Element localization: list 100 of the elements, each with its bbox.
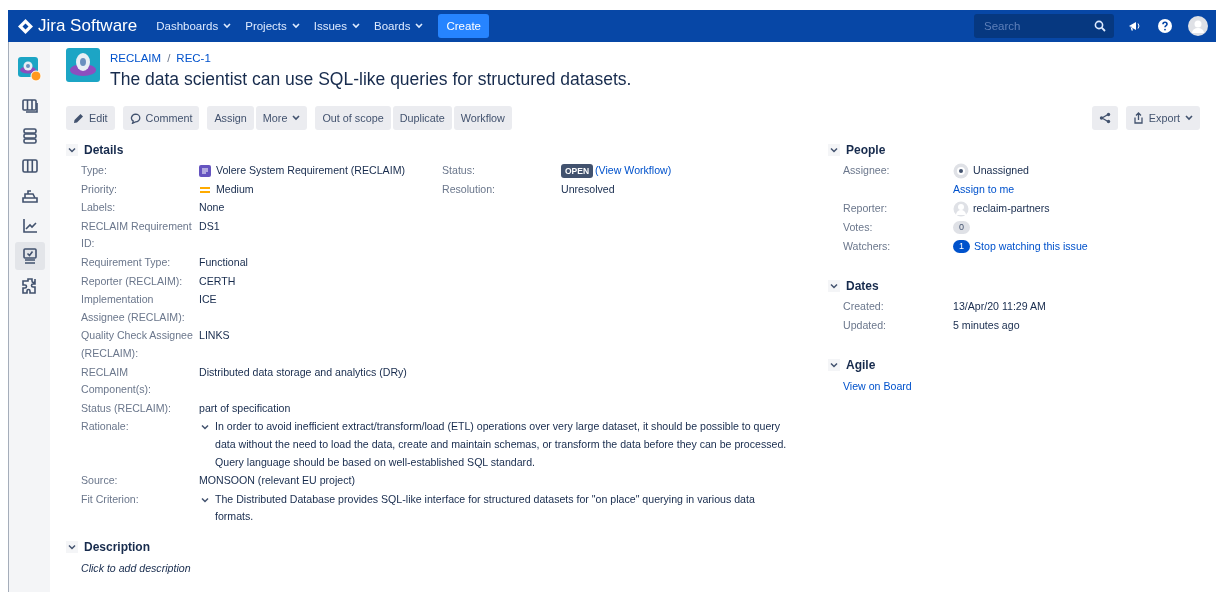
- speech-bubble-icon: [129, 112, 141, 124]
- caret-icon: [352, 23, 360, 29]
- caret-icon: [415, 23, 424, 29]
- help-icon[interactable]: [1158, 19, 1172, 33]
- assignee-name: Unassigned: [973, 163, 1029, 178]
- view-on-board-link[interactable]: View on Board: [828, 377, 1200, 395]
- diamond-logo-icon: [18, 18, 33, 34]
- chevron-icon[interactable]: [828, 280, 840, 292]
- pencil-icon: [73, 112, 84, 124]
- toolbar-button[interactable]: Assign: [207, 106, 254, 130]
- status-lozenge: OPEN: [561, 163, 594, 178]
- sidebar-item[interactable]: [14, 242, 45, 270]
- field-label: Quality Check Assignee (RECLAIM):: [81, 328, 194, 361]
- priority-icon: [199, 185, 211, 194]
- ship-icon: [20, 187, 39, 205]
- chevron-icon[interactable]: [828, 359, 840, 371]
- field-value: LINKS: [199, 328, 231, 344]
- view-workflow-link[interactable]: (View Workflow): [595, 162, 672, 180]
- field-label: Reporter:: [843, 201, 889, 216]
- chevron-icon[interactable]: [66, 540, 78, 553]
- field-value: ICE: [199, 292, 218, 308]
- project-avatar-icon: [17, 57, 42, 83]
- toolbar-button[interactable]: Workflow: [453, 106, 512, 130]
- toolbar-button[interactable]: Duplicate: [392, 106, 452, 130]
- export-icon: [1132, 112, 1144, 124]
- project-avatar-icon: [66, 48, 100, 82]
- field-value: 5 minutes ago: [953, 318, 1021, 333]
- field-label: Labels:: [81, 200, 117, 216]
- field-label: Status:: [442, 163, 476, 178]
- field-label: RECLAIM Requirement ID:: [81, 218, 193, 252]
- field-label: Updated:: [843, 318, 887, 333]
- reporter-name: reclaim-partners: [973, 201, 1050, 216]
- vote-count: 0: [953, 221, 970, 234]
- columns-icon: [20, 157, 39, 175]
- field-label: Requirement Type:: [81, 254, 172, 270]
- export-button[interactable]: Export: [1125, 106, 1200, 130]
- comment-button[interactable]: Comment: [122, 106, 200, 130]
- field-value: CERTH: [199, 273, 237, 289]
- nav-menu[interactable]: Dashboards: [149, 16, 239, 36]
- field-value: Distributed data storage and analytics (DRy): [199, 364, 408, 380]
- megaphone-icon[interactable]: [1128, 20, 1142, 32]
- field-value: Unresolved: [561, 181, 616, 197]
- product-name[interactable]: Jira Software: [38, 16, 138, 36]
- field-label: Resolution:: [442, 181, 496, 197]
- share-icon: [1098, 112, 1111, 124]
- chevron-icon[interactable]: [66, 144, 78, 156]
- unknown-avatar-icon: [953, 162, 969, 179]
- create-button[interactable]: Create: [438, 14, 489, 38]
- section-title: Dates: [846, 279, 879, 293]
- search-icon: [1094, 20, 1106, 32]
- project-link[interactable]: RECLAIM: [110, 52, 162, 64]
- field-label: Status (RECLAIM):: [81, 400, 173, 416]
- field-value: Volere System Requirement (RECLAIM): [216, 163, 405, 178]
- field-label: Implementation Assignee (RECLAIM):: [81, 292, 186, 325]
- field-label: Type:: [81, 163, 108, 178]
- add-description-prompt[interactable]: Click to add description: [66, 558, 788, 577]
- issue-title: The data scientist can use SQL-like queries for structured datasets.: [110, 69, 632, 90]
- field-value: 13/Apr/20 11:29 AM: [953, 299, 1047, 314]
- field-value: Functional: [199, 254, 249, 270]
- chevron-icon[interactable]: [828, 144, 840, 156]
- more-menu-button[interactable]: More: [255, 106, 308, 130]
- field-label: Source:: [81, 473, 119, 489]
- nav-menu[interactable]: Projects: [238, 16, 307, 36]
- share-button[interactable]: [1091, 106, 1118, 130]
- section-title: Details: [84, 143, 124, 157]
- field-label: Rationale:: [81, 419, 130, 435]
- field-label: Assignee:: [843, 163, 891, 178]
- board-icon: [20, 97, 39, 115]
- section-title: Description: [84, 539, 150, 554]
- field-value: None: [199, 200, 226, 216]
- field-label: Reporter (RECLAIM):: [81, 273, 184, 289]
- caret-icon: [291, 23, 300, 29]
- field-label: RECLAIM Component(s):: [81, 364, 153, 398]
- user-avatar-icon[interactable]: [1188, 16, 1208, 36]
- caret-icon: [223, 23, 232, 29]
- breadcrumb-separator: /: [167, 52, 171, 64]
- search-field[interactable]: Search: [982, 19, 1094, 33]
- nav-menu[interactable]: Issues: [306, 16, 367, 36]
- caret-icon: [292, 115, 301, 121]
- chart-icon: [20, 217, 39, 235]
- caret-icon: [1185, 115, 1193, 121]
- field-label: Created:: [843, 299, 885, 314]
- edit-button[interactable]: Edit: [66, 106, 115, 130]
- search-field[interactable]: Search: [974, 14, 1114, 38]
- nav-menu[interactable]: Boards: [367, 16, 431, 36]
- issue-key-link[interactable]: REC-1: [176, 52, 211, 64]
- field-value: Medium: [216, 181, 254, 197]
- assign-to-me-link[interactable]: Assign to me: [953, 181, 1200, 198]
- field-value: part of specification: [199, 400, 292, 416]
- field-value: In order to avoid inefficient extract/transform/load (ETL) operations over very large dataset, it should be possible to query data without the need to load the data, create and maintain schemas, or transform the data before they can be processed. Query language should be based on well-established SQL standard.: [215, 419, 788, 470]
- field-label: Priority:: [81, 181, 118, 197]
- puzzle-icon: [20, 277, 39, 295]
- requirement-icon: [199, 165, 211, 177]
- toolbar-button[interactable]: Out of scope: [315, 106, 391, 130]
- section-title: Agile: [846, 358, 876, 372]
- field-label: Fit Criterion:: [81, 491, 140, 507]
- section-title: People: [846, 143, 886, 157]
- monitor-check-icon: [20, 247, 39, 265]
- watcher-count: 1: [953, 240, 970, 253]
- stop-watching-link[interactable]: Stop watching this issue: [974, 238, 1088, 255]
